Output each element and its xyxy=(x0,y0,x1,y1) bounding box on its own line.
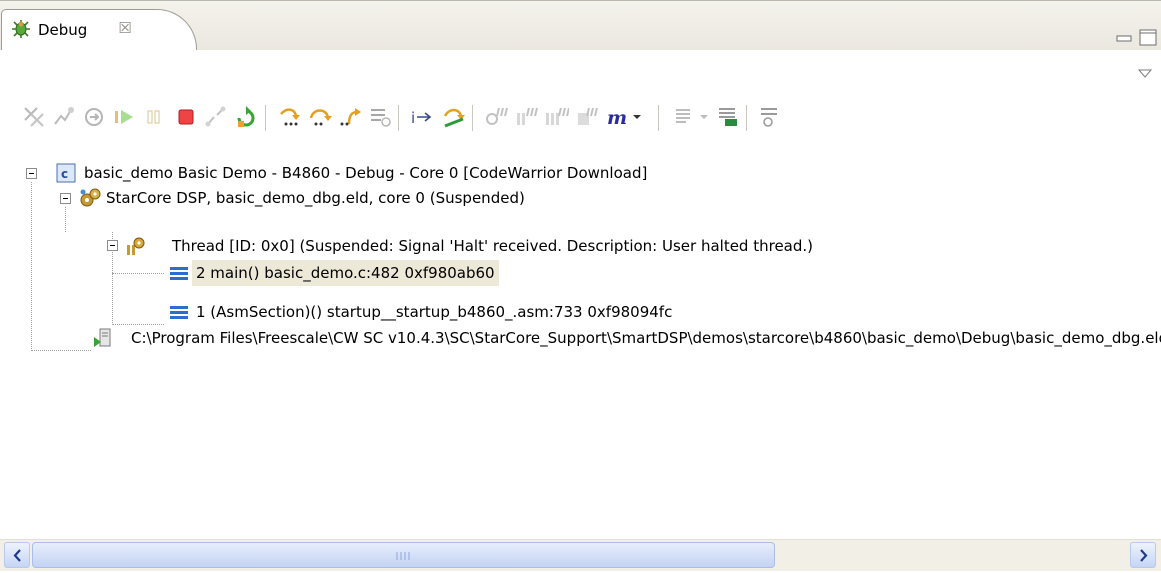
toolbar-separator xyxy=(658,105,660,131)
close-icon[interactable]: ☒ xyxy=(116,19,134,37)
svg-text:m: m xyxy=(607,107,627,129)
stack-frame-label: 2 main() basic_demo.c:482 0xf980ab60 xyxy=(192,260,499,286)
grip-icon xyxy=(396,552,410,560)
collapse-icon[interactable] xyxy=(107,240,118,251)
toolbar-separator xyxy=(265,105,267,131)
tree-guide xyxy=(65,207,66,232)
toolbar-separator xyxy=(398,105,400,131)
drop-to-frame-icon[interactable] xyxy=(366,103,394,131)
instruction-stepping-icon[interactable]: i xyxy=(408,103,436,131)
stack-frame-label: 1 (AsmSection)() startup__startup_b4860_… xyxy=(196,303,673,321)
show-disassembly-icon[interactable] xyxy=(714,103,742,131)
horizontal-scrollbar[interactable] xyxy=(0,539,1161,571)
step-return-icon[interactable] xyxy=(336,103,364,131)
launch-label: basic_demo Basic Demo - B4860 - Debug - … xyxy=(84,164,648,182)
minimize-icon[interactable] xyxy=(1114,28,1136,46)
scroll-left-button[interactable] xyxy=(4,542,30,568)
reset-icon[interactable] xyxy=(80,103,108,131)
thread-label: Thread [ID: 0x0] (Suspended: Signal 'Hal… xyxy=(172,237,814,255)
target-label: StarCore DSP, basic_demo_dbg.eld, core 0… xyxy=(106,189,525,207)
svg-text:i: i xyxy=(411,109,415,127)
view-tab-strip: Debug ☒ xyxy=(0,0,1161,51)
multicore-terminate-icon[interactable] xyxy=(542,103,570,131)
process-label: C:\Program Files\Freescale\CW SC v10.4.3… xyxy=(131,329,1161,347)
collapse-icon[interactable] xyxy=(60,193,71,204)
debug-toolbar: i m xyxy=(0,95,1161,157)
view-menu-icon[interactable] xyxy=(1137,66,1153,78)
step-into-icon[interactable] xyxy=(276,103,304,131)
scroll-thumb[interactable] xyxy=(32,542,775,568)
terminate-icon[interactable] xyxy=(172,103,200,131)
multicore-suspend-icon[interactable] xyxy=(512,103,540,131)
scroll-right-button[interactable] xyxy=(1130,542,1156,568)
remove-terminated-icon[interactable] xyxy=(20,103,48,131)
suspend-icon[interactable] xyxy=(140,103,168,131)
thread-icon xyxy=(124,235,146,257)
resume-icon[interactable] xyxy=(110,103,138,131)
gears-icon xyxy=(79,187,101,209)
tab-label: Debug xyxy=(38,21,88,39)
multicore-resume-icon[interactable] xyxy=(482,103,510,131)
dropdown-arrow-icon[interactable] xyxy=(628,103,646,131)
expand-icon[interactable] xyxy=(756,103,784,131)
multicore-restart-icon[interactable] xyxy=(572,103,600,131)
process-icon xyxy=(92,327,114,349)
view-menu-row xyxy=(0,50,1161,95)
debug-bug-icon xyxy=(10,18,32,40)
show-source-icon[interactable] xyxy=(670,103,698,131)
step-over-icon[interactable] xyxy=(306,103,334,131)
tree-guide xyxy=(31,350,91,351)
stack-frame-icon xyxy=(168,262,190,284)
collapse-icon[interactable] xyxy=(26,168,37,179)
toolbar-separator xyxy=(746,105,748,131)
restart-icon[interactable] xyxy=(232,103,260,131)
tree-guide xyxy=(112,273,164,274)
maximize-icon[interactable] xyxy=(1137,28,1159,46)
debug-tree: c basic_demo Basic Demo - B4860 - Debug … xyxy=(0,157,1161,537)
tree-guide xyxy=(31,182,32,351)
debug-view-tab[interactable]: Debug ☒ xyxy=(1,9,197,51)
connect-icon[interactable] xyxy=(50,103,78,131)
c-launch-icon: c xyxy=(55,162,77,184)
svg-text:c: c xyxy=(61,167,68,181)
use-step-filters-icon[interactable] xyxy=(440,103,468,131)
toolbar-separator xyxy=(472,105,474,131)
disconnect-icon[interactable] xyxy=(202,103,230,131)
stack-frame-icon xyxy=(168,301,190,323)
source-dropdown-icon[interactable] xyxy=(696,103,712,131)
